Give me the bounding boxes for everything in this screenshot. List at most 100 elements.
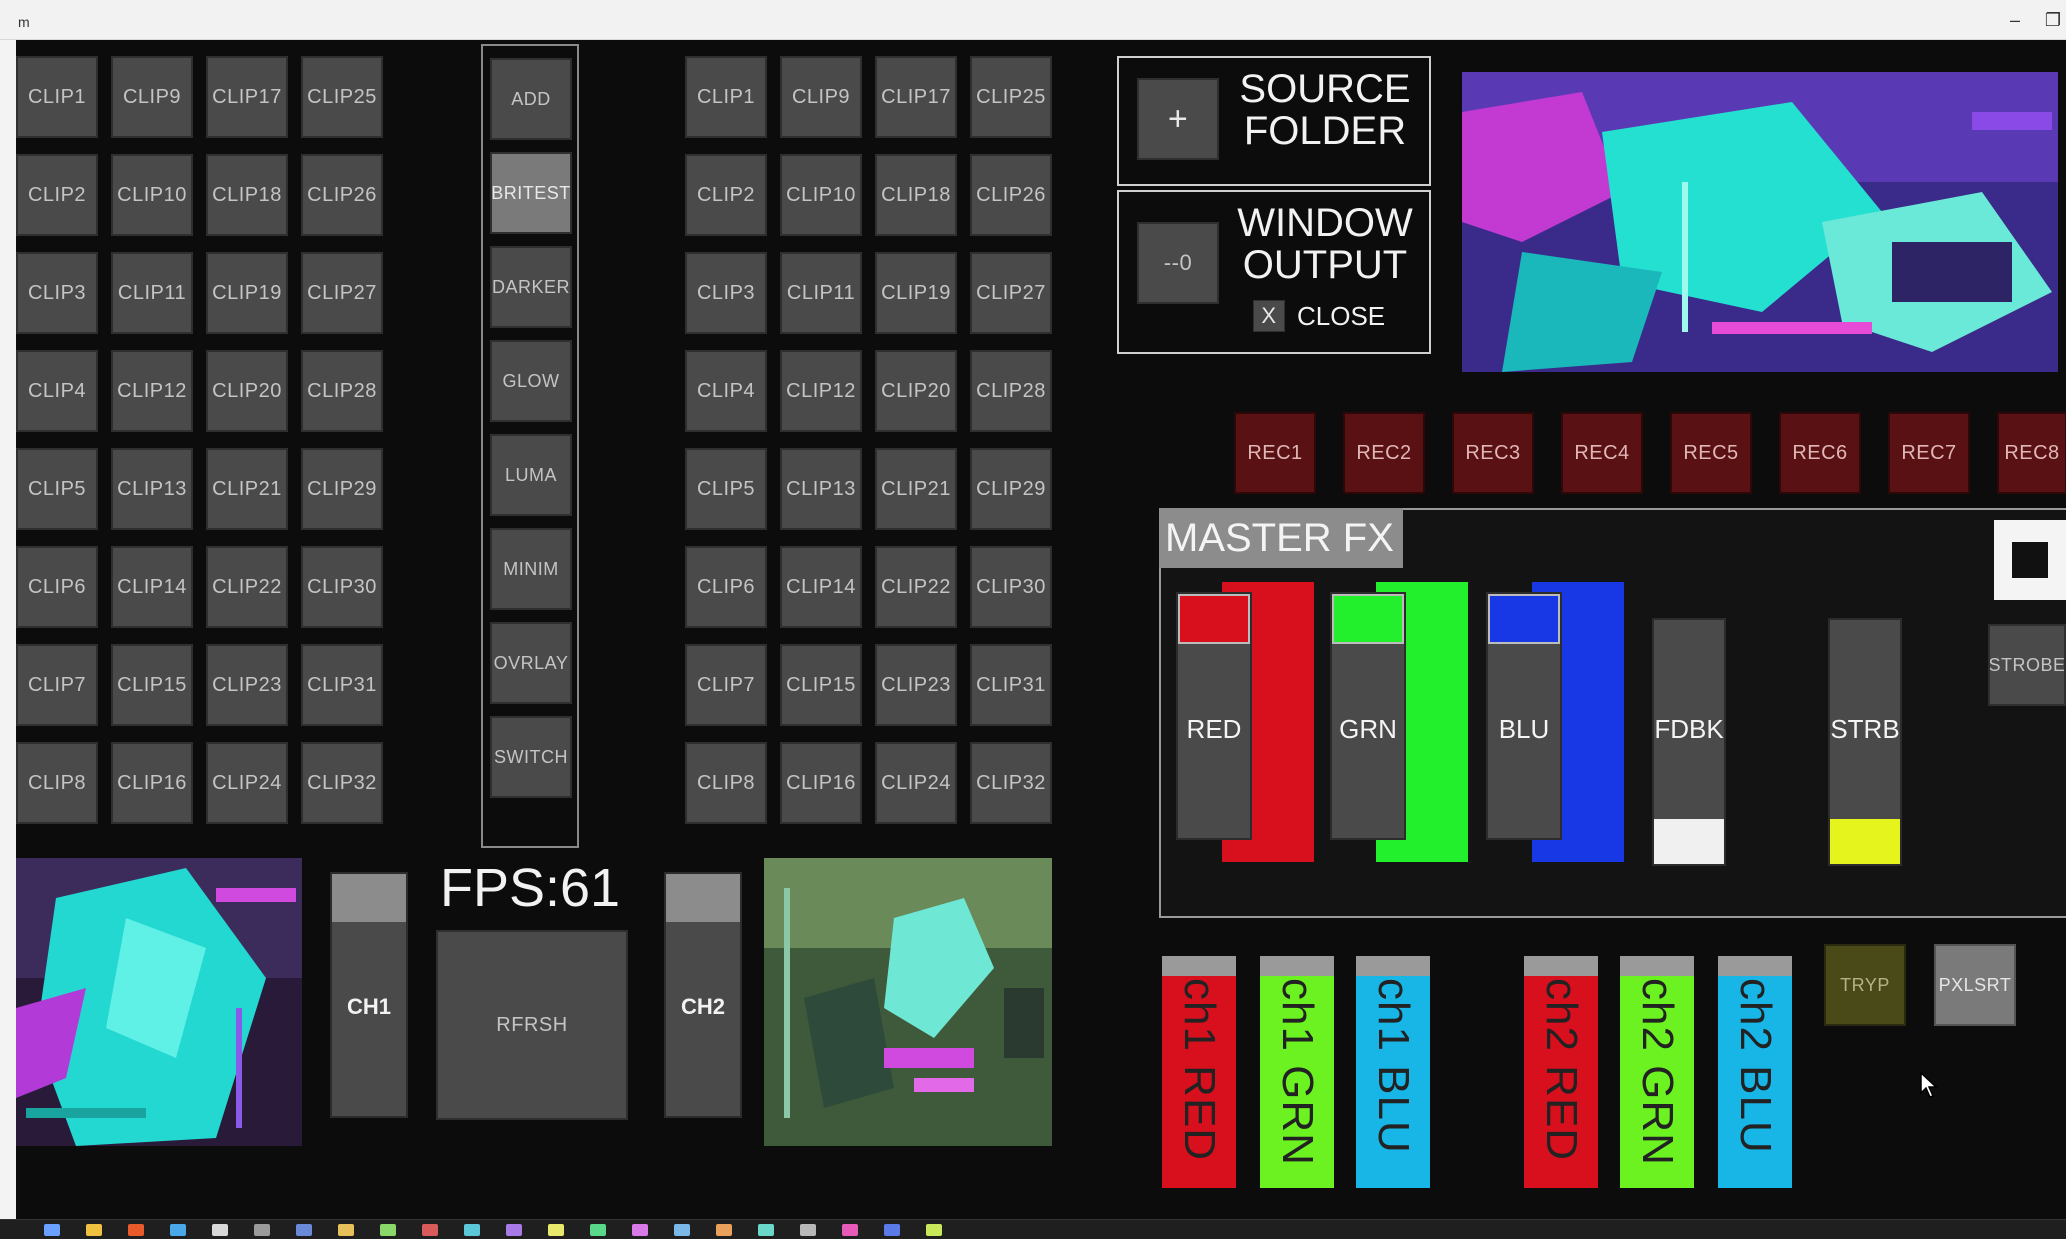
clip-button[interactable]: CLIP4 — [685, 350, 767, 432]
ch1-fader[interactable]: CH1 — [330, 872, 408, 1118]
clip-button[interactable]: CLIP28 — [301, 350, 383, 432]
taskbar-app-icon[interactable] — [548, 1224, 564, 1236]
clip-button[interactable]: CLIP32 — [301, 742, 383, 824]
taskbar-app-icon[interactable] — [632, 1224, 648, 1236]
color-bar-handle[interactable] — [1718, 956, 1792, 976]
clip-button[interactable]: CLIP26 — [301, 154, 383, 236]
clip-button[interactable]: CLIP11 — [780, 252, 862, 334]
clip-button[interactable]: CLIP4 — [16, 350, 98, 432]
ch1-grn-bar[interactable]: ch1 GRN — [1260, 956, 1334, 1188]
ch1-red-bar[interactable]: ch1 RED — [1162, 956, 1236, 1188]
close-icon[interactable]: X — [1253, 300, 1285, 332]
clip-button[interactable]: CLIP16 — [111, 742, 193, 824]
stop-button[interactable] — [1994, 520, 2066, 600]
clip-button[interactable]: CLIP13 — [780, 448, 862, 530]
clip-button[interactable]: CLIP15 — [780, 644, 862, 726]
clip-button[interactable]: CLIP29 — [970, 448, 1052, 530]
clip-button[interactable]: CLIP8 — [16, 742, 98, 824]
blend-mode-button-switch[interactable]: SWITCH — [490, 716, 572, 798]
clip-button[interactable]: CLIP10 — [780, 154, 862, 236]
taskbar-app-icon[interactable] — [674, 1224, 690, 1236]
red-slider-handle[interactable] — [1178, 594, 1250, 644]
strobe-button[interactable]: STROBE — [1988, 624, 2066, 706]
clip-button[interactable]: CLIP5 — [16, 448, 98, 530]
clip-button[interactable]: CLIP20 — [875, 350, 957, 432]
taskbar-app-icon[interactable] — [884, 1224, 900, 1236]
color-bar-handle[interactable] — [1162, 956, 1236, 976]
clip-button[interactable]: CLIP25 — [301, 56, 383, 138]
rec-button-2[interactable]: REC2 — [1343, 412, 1425, 494]
clip-button[interactable]: CLIP5 — [685, 448, 767, 530]
taskbar-app-icon[interactable] — [254, 1224, 270, 1236]
clip-button[interactable]: CLIP23 — [875, 644, 957, 726]
clip-button[interactable]: CLIP1 — [685, 56, 767, 138]
clip-button[interactable]: CLIP11 — [111, 252, 193, 334]
clip-button[interactable]: CLIP6 — [685, 546, 767, 628]
refresh-button[interactable]: RFRSH — [436, 930, 628, 1120]
taskbar-app-icon[interactable] — [758, 1224, 774, 1236]
clip-button[interactable]: CLIP13 — [111, 448, 193, 530]
clip-button[interactable]: CLIP12 — [111, 350, 193, 432]
close-output-label[interactable]: CLOSE — [1297, 300, 1407, 332]
ch2-grn-bar[interactable]: ch2 GRN — [1620, 956, 1694, 1188]
blend-mode-button-ovrlay[interactable]: OVRLAY — [490, 622, 572, 704]
clip-button[interactable]: CLIP27 — [970, 252, 1052, 334]
taskbar-app-icon[interactable] — [506, 1224, 522, 1236]
ch2-blu-bar[interactable]: ch2 BLU — [1718, 956, 1792, 1188]
rec-button-4[interactable]: REC4 — [1561, 412, 1643, 494]
clip-button[interactable]: CLIP21 — [206, 448, 288, 530]
clip-button[interactable]: CLIP7 — [685, 644, 767, 726]
ch1-blu-bar[interactable]: ch1 BLU — [1356, 956, 1430, 1188]
clip-button[interactable]: CLIP32 — [970, 742, 1052, 824]
taskbar-app-icon[interactable] — [422, 1224, 438, 1236]
blend-mode-button-britest[interactable]: BRITEST — [490, 152, 572, 234]
ch2-fader-handle[interactable] — [666, 874, 740, 922]
taskbar-app-icon[interactable] — [212, 1224, 228, 1236]
clip-button[interactable]: CLIP27 — [301, 252, 383, 334]
taskbar-app-icon[interactable] — [86, 1224, 102, 1236]
ch2-fader[interactable]: CH2 — [664, 872, 742, 1118]
rec-button-1[interactable]: REC1 — [1234, 412, 1316, 494]
clip-button[interactable]: CLIP17 — [206, 56, 288, 138]
rec-button-6[interactable]: REC6 — [1779, 412, 1861, 494]
rec-button-5[interactable]: REC5 — [1670, 412, 1752, 494]
clip-button[interactable]: CLIP30 — [301, 546, 383, 628]
clip-button[interactable]: CLIP12 — [780, 350, 862, 432]
blu-slider-handle[interactable] — [1488, 594, 1560, 644]
clip-button[interactable]: CLIP30 — [970, 546, 1052, 628]
blend-mode-button-luma[interactable]: LUMA — [490, 434, 572, 516]
color-bar-handle[interactable] — [1260, 956, 1334, 976]
clip-button[interactable]: CLIP23 — [206, 644, 288, 726]
clip-button[interactable]: CLIP9 — [780, 56, 862, 138]
clip-button[interactable]: CLIP18 — [206, 154, 288, 236]
grn-slider-handle[interactable] — [1332, 594, 1404, 644]
taskbar-app-icon[interactable] — [842, 1224, 858, 1236]
taskbar-app-icon[interactable] — [800, 1224, 816, 1236]
blend-mode-button-glow[interactable]: GLOW — [490, 340, 572, 422]
clip-button[interactable]: CLIP18 — [875, 154, 957, 236]
clip-button[interactable]: CLIP26 — [970, 154, 1052, 236]
taskbar-app-icon[interactable] — [338, 1224, 354, 1236]
minimize-button[interactable]: – — [1995, 6, 2035, 34]
clip-button[interactable]: CLIP9 — [111, 56, 193, 138]
color-bar-handle[interactable] — [1620, 956, 1694, 976]
clip-button[interactable]: CLIP28 — [970, 350, 1052, 432]
clip-button[interactable]: CLIP24 — [875, 742, 957, 824]
clip-button[interactable]: CLIP17 — [875, 56, 957, 138]
clip-button[interactable]: CLIP6 — [16, 546, 98, 628]
taskbar-app-icon[interactable] — [128, 1224, 144, 1236]
clip-button[interactable]: CLIP2 — [16, 154, 98, 236]
clip-button[interactable]: CLIP16 — [780, 742, 862, 824]
color-bar-handle[interactable] — [1524, 956, 1598, 976]
clip-button[interactable]: CLIP21 — [875, 448, 957, 530]
clip-button[interactable]: CLIP31 — [301, 644, 383, 726]
clip-button[interactable]: CLIP24 — [206, 742, 288, 824]
taskbar-app-icon[interactable] — [296, 1224, 312, 1236]
clip-button[interactable]: CLIP15 — [111, 644, 193, 726]
taskbar-app-icon[interactable] — [590, 1224, 606, 1236]
blend-mode-button-darker[interactable]: DARKER — [490, 246, 572, 328]
clip-button[interactable]: CLIP8 — [685, 742, 767, 824]
taskbar-app-icon[interactable] — [380, 1224, 396, 1236]
clip-button[interactable]: CLIP19 — [206, 252, 288, 334]
rec-button-8[interactable]: REC8 — [1997, 412, 2066, 494]
